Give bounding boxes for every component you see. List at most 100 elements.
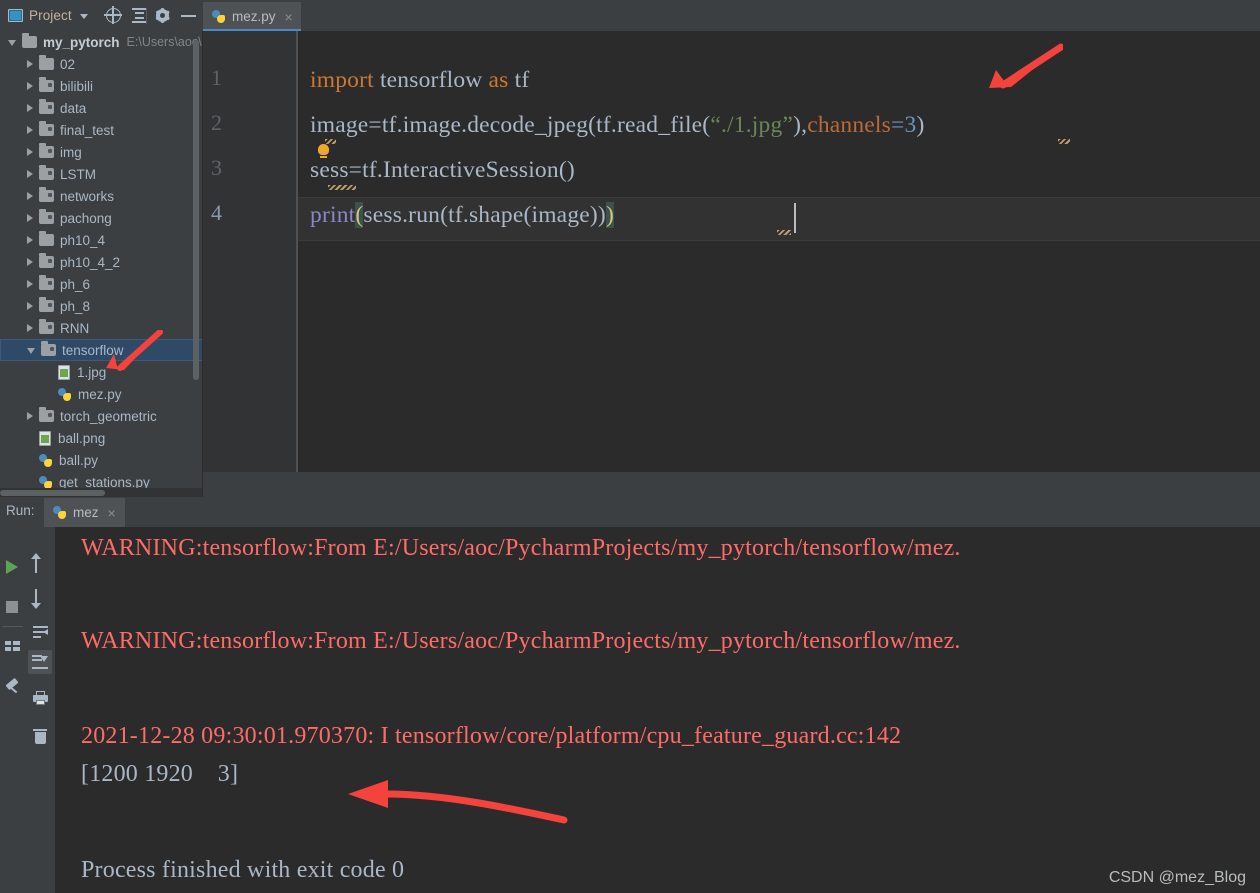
minimize-icon[interactable]: [177, 0, 199, 31]
code-text-area[interactable]: import tensorflow as tf image=tf.image.d…: [298, 31, 1260, 472]
run-console-output[interactable]: WARNING:tensorflow:From E:/Users/aoc/Pyc…: [56, 527, 1260, 893]
toolbar-divider: [146, 8, 147, 24]
pycharm-window: Project mez.py × my_pytorch E:\Users\aoc\…: [0, 0, 1260, 893]
line-number-current: 4: [211, 200, 222, 225]
watermark: CSDN @mez_Blog: [1108, 869, 1246, 886]
tree-item-label: networks: [60, 188, 115, 204]
tree-item-ball-py[interactable]: ball.py: [0, 449, 203, 471]
code-editor[interactable]: 1 2 3 4 import tensorflow as tf image=tf…: [203, 31, 1260, 472]
chevron-right-icon[interactable]: [27, 60, 33, 68]
tree-item-networks[interactable]: networks: [0, 185, 203, 207]
tree-item-path: E:\Users\aoc\Pyc: [126, 35, 203, 49]
folder-icon: [39, 99, 54, 114]
code-line-4[interactable]: print(sess.run(tf.shape(image))): [310, 202, 614, 229]
tree-item-torch_geometric[interactable]: torch_geometric: [0, 405, 203, 427]
soft-wrap-icon[interactable]: [28, 620, 52, 644]
tree-item-02[interactable]: 02: [0, 53, 203, 75]
weak-warning-underline: [1058, 139, 1070, 144]
project-tree-panel[interactable]: my_pytorch E:\Users\aoc\Pyc 02 bilibili data…: [0, 31, 203, 497]
intention-bulb-icon[interactable]: [318, 144, 329, 158]
tree-item-pachong[interactable]: pachong: [0, 207, 203, 229]
tree-item-label: ph_6: [60, 276, 91, 292]
sidebar-vertical-scrollbar[interactable]: [193, 40, 199, 380]
chevron-right-icon[interactable]: [27, 302, 33, 310]
chevron-down-icon[interactable]: [79, 14, 88, 19]
console-line: WARNING:tensorflow:From E:/Users/aoc/Pyc…: [81, 628, 961, 654]
tree-item-data[interactable]: data: [0, 97, 203, 119]
token-module-name: tensorflow: [373, 67, 489, 93]
chevron-right-icon[interactable]: [27, 258, 33, 266]
token-equals: =: [891, 112, 905, 138]
locate-target-icon[interactable]: [103, 0, 125, 31]
pin-tab-icon[interactable]: [0, 677, 24, 701]
chevron-right-icon[interactable]: [27, 412, 33, 420]
token-number-3: 3: [904, 112, 917, 138]
token-string-path: “./1.jpg”: [710, 112, 794, 138]
chevron-right-icon[interactable]: [27, 236, 33, 244]
stop-icon[interactable]: [0, 595, 24, 619]
tree-item-bilibili[interactable]: bilibili: [0, 75, 203, 97]
tree-item-1-jpg[interactable]: 1.jpg: [0, 361, 203, 383]
code-line-3[interactable]: sess=tf.InteractiveSession(): [310, 157, 575, 184]
tree-item-ball-png[interactable]: ball.png: [0, 427, 203, 449]
code-line-1[interactable]: import tensorflow as tf: [310, 67, 529, 94]
token-alias: tf: [508, 67, 530, 93]
token-keyword-import: import: [310, 67, 374, 93]
chevron-right-icon[interactable]: [27, 82, 33, 90]
tree-item-ph_8[interactable]: ph_8: [0, 295, 203, 317]
folder-icon: [39, 297, 54, 312]
layout-columns-icon[interactable]: [0, 634, 24, 658]
chevron-right-icon[interactable]: [27, 214, 33, 222]
console-line-output: [1200 1920 3]: [81, 761, 239, 787]
chevron-right-icon[interactable]: [27, 104, 33, 112]
tree-item-lstm[interactable]: LSTM: [0, 163, 203, 185]
code-line-2[interactable]: image=tf.image.decode_jpeg(tf.read_file(…: [310, 112, 924, 139]
tree-item-label: final_test: [60, 122, 115, 138]
tree-item-final_test[interactable]: final_test: [0, 119, 203, 141]
sidebar-horizontal-scrollbar[interactable]: [0, 488, 203, 497]
tree-item-rnn[interactable]: RNN: [0, 317, 203, 339]
tree-item-tensorflow[interactable]: tensorflow: [0, 339, 203, 361]
tree-item-label: tensorflow: [62, 342, 124, 358]
project-tree[interactable]: my_pytorch E:\Users\aoc\Pyc 02 bilibili data…: [0, 31, 203, 493]
tree-item-label: ph10_4: [60, 232, 106, 248]
close-icon[interactable]: ×: [108, 506, 116, 520]
print-icon[interactable]: [28, 686, 52, 710]
close-icon[interactable]: ×: [285, 10, 293, 24]
folder-icon: [39, 407, 54, 422]
folder-icon: [39, 165, 54, 180]
project-tool-header[interactable]: Project: [0, 0, 88, 31]
down-arrow-icon[interactable]: [28, 585, 52, 609]
tab-mez-py[interactable]: mez.py ×: [203, 2, 301, 31]
chevron-right-icon[interactable]: [27, 324, 33, 332]
chevron-right-icon[interactable]: [27, 148, 33, 156]
run-tool-window: Run: mez × WARNING:tensorflow:From E:/Us…: [0, 497, 1260, 893]
divider: [2, 626, 23, 627]
tree-item-mez-py[interactable]: mez.py: [0, 383, 203, 405]
run-panel-header: Run: mez ×: [0, 497, 1260, 527]
tree-item-img[interactable]: img: [0, 141, 203, 163]
tree-item-ph10_4[interactable]: ph10_4: [0, 229, 203, 251]
tree-item-ph10_4_2[interactable]: ph10_4_2: [0, 251, 203, 273]
chevron-down-icon[interactable]: [27, 348, 35, 354]
tree-item-label: pachong: [60, 210, 112, 226]
tree-item-my_pytorch[interactable]: my_pytorch E:\Users\aoc\Pyc: [0, 31, 203, 53]
trash-icon[interactable]: [28, 725, 52, 749]
folder-icon: [22, 33, 37, 48]
tree-item-label: ball.py: [59, 452, 99, 468]
chevron-down-icon[interactable]: [8, 40, 16, 46]
scroll-to-end-icon[interactable]: [28, 650, 52, 674]
line-number-gutter[interactable]: 1 2 3 4: [203, 31, 296, 472]
gear-icon[interactable]: [151, 0, 173, 31]
chevron-right-icon[interactable]: [27, 126, 33, 134]
chevron-right-icon[interactable]: [27, 192, 33, 200]
folder-icon: [41, 341, 56, 356]
chevron-right-icon[interactable]: [27, 170, 33, 178]
rerun-icon[interactable]: [0, 555, 24, 579]
up-arrow-icon[interactable]: [28, 553, 52, 578]
chevron-right-icon[interactable]: [27, 280, 33, 288]
console-line: WARNING:tensorflow:From E:/Users/aoc/Pyc…: [81, 535, 961, 561]
run-tab-mez[interactable]: mez ×: [44, 498, 125, 527]
tree-item-ph_6[interactable]: ph_6: [0, 273, 203, 295]
folder-icon: [39, 121, 54, 136]
